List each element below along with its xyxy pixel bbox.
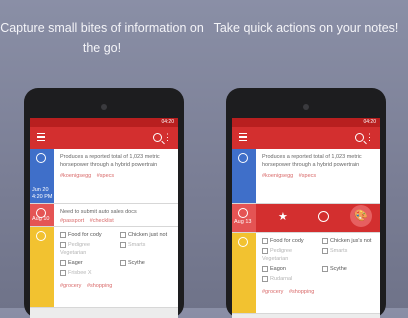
palette-icon[interactable]: 🎨: [350, 205, 372, 227]
note-color-strip: [232, 149, 256, 203]
tag[interactable]: #passport: [60, 218, 84, 224]
tag[interactable]: #specs: [299, 173, 316, 179]
note-color-strip: Jun 20 4:20 PM: [30, 149, 54, 203]
checklist: Food for cody Chicken jus's not Pedigree…: [262, 237, 376, 285]
note-card[interactable]: Jun 20 4:20 PM Produces a reported total…: [30, 149, 178, 204]
checklist-icon: [238, 237, 248, 247]
note-text: Produces a reported total of 1,023 metri…: [262, 154, 362, 168]
status-bar: 04:20: [232, 118, 380, 127]
clock-icon: [238, 208, 248, 218]
search-icon[interactable]: [355, 133, 364, 142]
menu-icon[interactable]: [239, 133, 247, 143]
note-color-strip: [30, 227, 54, 307]
note-date: Jun 20 4:20 PM: [32, 187, 53, 200]
phone-screen: 04:20 ⋮ Jun 20 4:20 PM Produces a report…: [30, 118, 178, 318]
checklist-item[interactable]: Scythe: [322, 265, 376, 273]
tag[interactable]: #grocery: [60, 283, 81, 289]
checklist-item[interactable]: Pedigree Vegetarian: [60, 241, 114, 257]
checklist-item[interactable]: Frisbee X: [60, 269, 114, 277]
checklist-icon: [36, 231, 46, 241]
app-bar: ⋮: [30, 127, 178, 149]
note-card[interactable]: Food for cody Chicken just not Pedigree …: [30, 227, 178, 308]
note-date: Aug 13: [234, 219, 252, 225]
phone-speaker: [101, 104, 107, 110]
caption-right: Take quick actions on your notes!: [213, 21, 399, 35]
note-date: Aug 10: [32, 216, 50, 222]
checklist-item[interactable]: Smarts: [120, 241, 174, 257]
checklist-item[interactable]: Chicken jus's not: [322, 237, 376, 245]
clock-icon: [36, 153, 46, 163]
note-color-strip: Aug 10: [30, 204, 54, 226]
app-bar: ⋮: [232, 127, 380, 149]
menu-icon[interactable]: [37, 133, 45, 143]
tag[interactable]: #koenigsegg: [60, 173, 91, 179]
more-icon[interactable]: ⋮: [365, 133, 374, 142]
status-bar: 04:20: [30, 118, 178, 127]
checklist-item[interactable]: Food for cody: [262, 237, 316, 245]
note-tags: #koenigsegg #specs: [60, 172, 174, 180]
checklist-item[interactable]: Pedigree Vegetarian: [262, 247, 316, 263]
checklist: Food for cody Chicken just not Pedigree …: [60, 231, 174, 279]
tag[interactable]: #shopping: [289, 289, 314, 295]
star-icon[interactable]: ★: [278, 211, 288, 223]
note-color-strip: [232, 233, 256, 313]
checklist-item[interactable]: Scythe: [120, 259, 174, 267]
note-tags: #grocery #shopping: [262, 288, 376, 296]
phone-left: 04:20 ⋮ Jun 20 4:20 PM Produces a report…: [24, 88, 184, 318]
phone-right: 04:20 ⋮ Produces a reported total of 1,0…: [226, 88, 386, 318]
note-text: Produces a reported total of 1,023 metri…: [60, 154, 160, 168]
more-icon[interactable]: ⋮: [163, 133, 172, 142]
checklist-item[interactable]: Smarts: [322, 247, 376, 263]
checklist-item[interactable]: Chicken just not: [120, 231, 174, 239]
note-tags: #grocery #shopping: [60, 282, 174, 290]
caption-left: Capture small bites of information on th…: [0, 21, 204, 55]
clock-icon: [238, 153, 248, 163]
checklist-item[interactable]: Rudarnal: [262, 275, 316, 283]
checklist-item[interactable]: Eagon: [262, 265, 316, 273]
phone-screen: 04:20 ⋮ Produces a reported total of 1,0…: [232, 118, 380, 318]
checklist-item[interactable]: Eager: [60, 259, 114, 267]
tag[interactable]: #checklist: [90, 218, 114, 224]
note-color-strip: Aug 13: [232, 204, 256, 232]
tag[interactable]: #specs: [97, 173, 114, 179]
phone-speaker: [303, 104, 309, 110]
note-card[interactable]: Food for cody Chicken jus's not Pedigree…: [232, 233, 380, 314]
note-card[interactable]: Aug 10 Need to submit auto sales docs #p…: [30, 204, 178, 227]
reminder-icon[interactable]: [318, 211, 329, 222]
tag[interactable]: #koenigsegg: [262, 173, 293, 179]
search-icon[interactable]: [153, 133, 162, 142]
note-tags: #koenigsegg #specs: [262, 172, 376, 180]
note-tags: #passport #checklist: [60, 217, 174, 225]
quick-actions-row: Aug 13 ★ 🎨: [232, 204, 380, 233]
note-card[interactable]: Produces a reported total of 1,023 metri…: [232, 149, 380, 204]
tag[interactable]: #shopping: [87, 283, 112, 289]
tag[interactable]: #grocery: [262, 289, 283, 295]
note-text: Need to submit auto sales docs: [60, 209, 137, 215]
checklist-item[interactable]: Food for cody: [60, 231, 114, 239]
